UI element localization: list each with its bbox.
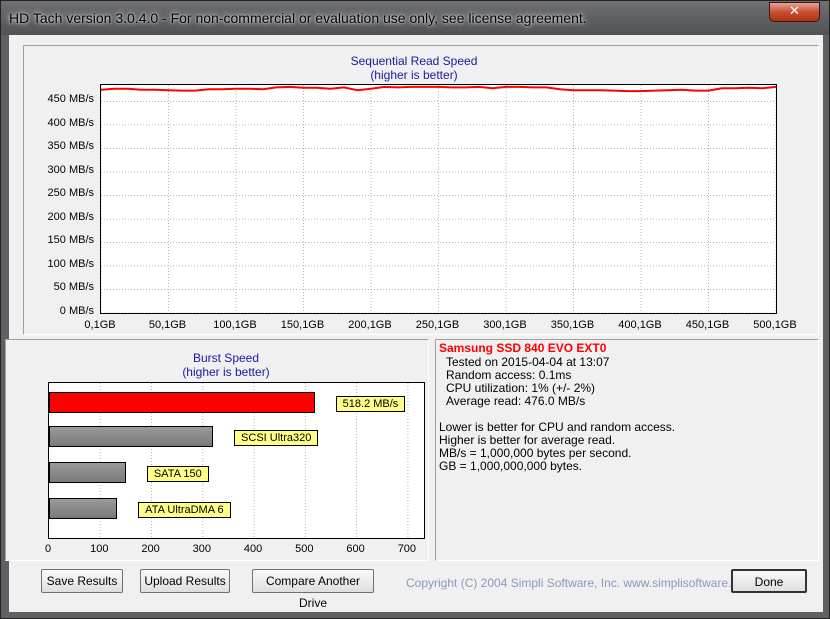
upload-results-label: Upload Results [144,574,226,588]
read-y-tick-label: 250 MB/s [47,187,94,200]
burst-bar [49,426,214,447]
app-window: HD Tach version 3.0.4.0 - For non-commer… [0,0,830,619]
burst-bar-label: SATA 150 [146,466,209,482]
burst-x-tick-label: 700 [397,543,417,555]
read-x-tick-label: 0,1GB [84,319,116,331]
note-gb-definition: GB = 1,000,000,000 bytes. [439,459,583,473]
close-icon: ✕ [789,4,800,19]
read-x-tick-label: 350,1GB [550,319,595,331]
read-chart-subtitle: (higher is better) [370,68,458,82]
read-y-tick-label: 100 MB/s [47,257,94,270]
title-bar[interactable]: HD Tach version 3.0.4.0 - For non-commer… [1,1,829,35]
burst-bar-label: 518.2 MB/s [335,396,406,412]
read-x-tick-label: 300,1GB [483,319,527,331]
read-y-tick-label: 150 MB/s [47,234,94,247]
window-title: HD Tach version 3.0.4.0 - For non-commer… [9,10,587,26]
burst-bar-label: SCSI Ultra320 [234,430,319,446]
burst-bar [49,392,315,413]
drive-name: Samsung SSD 840 EVO EXT0 [439,341,607,355]
compare-drive-button[interactable]: Compare Another Drive [252,569,374,610]
average-read: Average read: 476.0 MB/s [446,394,586,408]
read-y-tick-label: 450 MB/s [47,93,94,106]
close-button[interactable]: ✕ [769,2,820,22]
save-results-label: Save Results [46,574,118,588]
read-x-tick-label: 150,1GB [280,319,325,331]
read-x-tick-label: 250,1GB [415,319,460,331]
read-chart-plot [100,84,777,314]
done-button[interactable]: Done [731,569,807,593]
read-x-tick-label: 450,1GB [685,319,730,331]
read-x-tick-label: 500,1GB [753,319,797,331]
save-results-button[interactable]: Save Results [41,569,123,593]
burst-bar [49,462,126,483]
read-y-tick-label: 400 MB/s [47,116,94,129]
burst-bar-label: ATA UltraDMA 6 [138,502,231,518]
results-panel: Samsung SSD 840 EVO EXT0 Tested on 2015-… [435,339,819,561]
copyright-text: Copyright (C) 2004 Simpli Software, Inc.… [406,576,755,590]
compare-drive-label: Compare Another Drive [265,574,361,610]
read-x-tick-label: 200,1GB [348,319,392,331]
read-chart-svg [101,85,776,313]
done-label: Done [754,575,784,589]
burst-chart-subtitle: (higher is better) [182,365,270,379]
burst-speed-panel: Burst Speed (higher is better) 518.2 MB/… [5,339,429,561]
burst-chart-title: Burst Speed [192,351,260,365]
read-y-tick-label: 0 MB/s [59,305,94,317]
read-x-tick-label: 100,1GB [213,319,257,331]
read-x-tick-label: 400,1GB [618,319,662,331]
read-y-tick-label: 300 MB/s [47,163,94,176]
read-speed-panel: Sequential Read Speed (higher is better)… [23,45,819,335]
read-x-tick-label: 50,1GB [148,319,187,331]
upload-results-button[interactable]: Upload Results [140,569,230,593]
read-y-tick-label: 200 MB/s [47,210,94,223]
client-area: Sequential Read Speed (higher is better)… [5,35,823,612]
burst-bar [49,498,118,519]
read-y-tick-label: 50 MB/s [53,281,94,294]
read-chart-title: Sequential Read Speed [350,54,478,68]
read-y-tick-label: 350 MB/s [47,140,94,153]
